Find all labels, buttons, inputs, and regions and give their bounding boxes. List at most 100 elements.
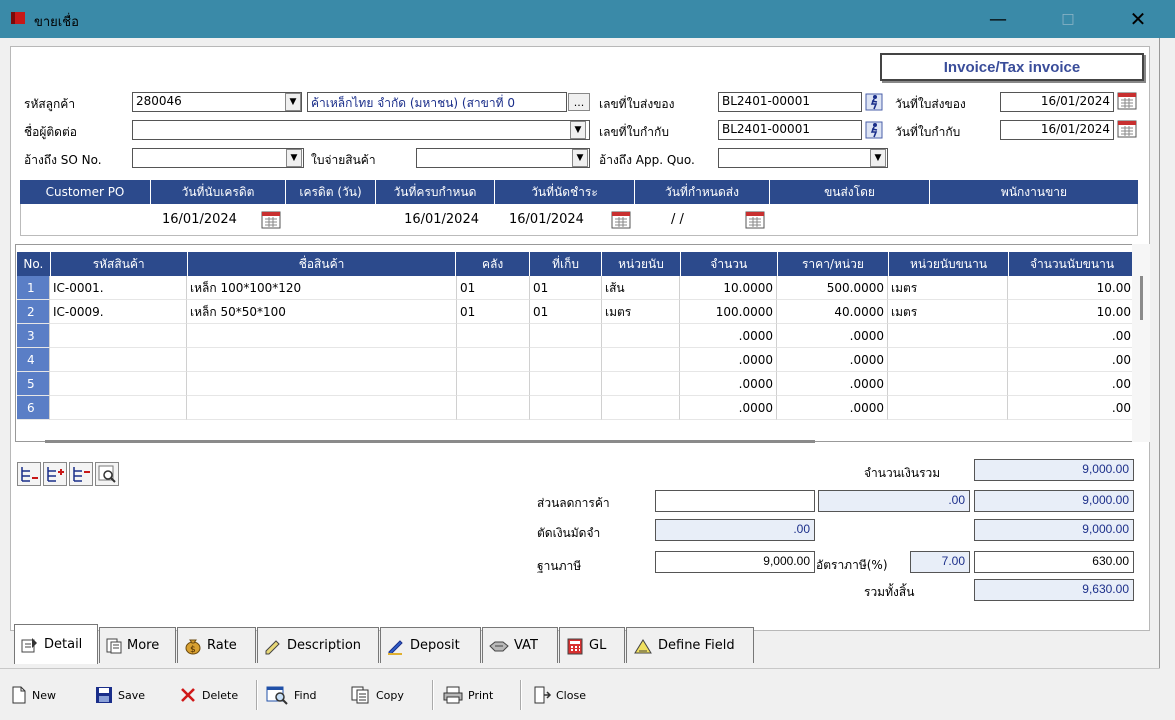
due-date[interactable]: 16/01/2024 xyxy=(378,212,493,232)
quantity[interactable]: .0000 xyxy=(680,324,777,348)
ref-so-input[interactable] xyxy=(132,148,304,168)
tab-vat[interactable]: VAT xyxy=(482,627,558,663)
runner-icon[interactable] xyxy=(864,120,884,140)
calendar-icon[interactable] xyxy=(745,211,765,229)
contact-dropdown[interactable]: ▼ xyxy=(570,121,586,139)
item-name[interactable] xyxy=(187,324,457,348)
location[interactable] xyxy=(530,324,602,348)
item-name[interactable] xyxy=(187,348,457,372)
item-code[interactable] xyxy=(50,324,187,348)
calendar-icon[interactable] xyxy=(611,211,631,229)
location[interactable] xyxy=(530,348,602,372)
unit[interactable] xyxy=(602,348,680,372)
table-row[interactable]: 1 IC-0001. เหล็ก 100*100*120 01 01 เส้น … xyxy=(17,276,1135,300)
tax-base-input[interactable]: 9,000.00 xyxy=(655,551,815,573)
vat-rate-value[interactable]: 7.00 xyxy=(910,551,970,573)
tab-rate[interactable]: $ Rate xyxy=(177,627,256,663)
item-name[interactable] xyxy=(187,396,457,420)
warehouse[interactable] xyxy=(457,324,530,348)
delete-row-icon[interactable] xyxy=(69,462,93,486)
salesperson-input[interactable] xyxy=(932,212,1136,232)
warehouse[interactable] xyxy=(457,372,530,396)
add-row-icon[interactable] xyxy=(43,462,67,486)
ref-quo-dropdown[interactable]: ▼ xyxy=(870,149,886,167)
grid-horizontal-scrollbar[interactable] xyxy=(45,440,815,443)
parallel-unit[interactable]: เมตร xyxy=(888,300,1008,324)
tab-detail[interactable]: Detail xyxy=(14,624,98,664)
parallel-unit[interactable] xyxy=(888,372,1008,396)
unit-price[interactable]: .0000 xyxy=(777,348,888,372)
item-code[interactable] xyxy=(50,396,187,420)
copy-button[interactable]: Copy xyxy=(350,680,404,710)
find-button[interactable]: Find xyxy=(266,680,317,710)
customer-browse-button[interactable]: ... xyxy=(568,93,590,111)
print-button[interactable]: Print xyxy=(442,680,493,710)
customer-code-dropdown[interactable]: ▼ xyxy=(285,93,301,111)
delete-button[interactable]: Delete xyxy=(178,680,238,710)
credit-start-date[interactable]: 16/01/2024 xyxy=(162,212,257,232)
maximize-button[interactable]: □ xyxy=(1044,0,1092,38)
insert-row-icon[interactable] xyxy=(17,462,41,486)
ref-so-dropdown[interactable]: ▼ xyxy=(286,149,302,167)
calendar-icon[interactable] xyxy=(1117,120,1137,138)
parallel-qty[interactable]: .00 xyxy=(1008,348,1135,372)
calendar-icon[interactable] xyxy=(261,211,281,229)
location[interactable]: 01 xyxy=(530,300,602,324)
unit[interactable] xyxy=(602,372,680,396)
delivery-due-date[interactable]: / / xyxy=(637,212,737,232)
customer-code-input[interactable]: 280046 xyxy=(132,92,302,112)
contact-input[interactable] xyxy=(132,120,590,140)
item-name[interactable] xyxy=(187,372,457,396)
item-code[interactable] xyxy=(50,348,187,372)
item-code[interactable]: IC-0001. xyxy=(50,276,187,300)
table-row[interactable]: 2 IC-0009. เหล็ก 50*50*100 01 01 เมตร 10… xyxy=(17,300,1135,324)
location[interactable] xyxy=(530,396,602,420)
unit-price[interactable]: 40.0000 xyxy=(777,300,888,324)
unit[interactable] xyxy=(602,324,680,348)
quantity[interactable]: .0000 xyxy=(680,348,777,372)
warehouse[interactable] xyxy=(457,348,530,372)
parallel-qty[interactable]: 10.00 xyxy=(1008,300,1135,324)
item-name[interactable]: เหล็ก 100*100*120 xyxy=(187,276,457,300)
search-icon[interactable] xyxy=(95,462,119,486)
customer-po-input[interactable] xyxy=(22,210,149,232)
calendar-icon[interactable] xyxy=(1117,92,1137,110)
parallel-unit[interactable]: เมตร xyxy=(888,276,1008,300)
item-code[interactable] xyxy=(50,372,187,396)
warehouse[interactable] xyxy=(457,396,530,420)
unit-price[interactable]: .0000 xyxy=(777,324,888,348)
discount-input[interactable] xyxy=(655,490,815,512)
issue-input[interactable] xyxy=(416,148,590,168)
unit-price[interactable]: 500.0000 xyxy=(777,276,888,300)
quantity[interactable]: 10.0000 xyxy=(680,276,777,300)
grid-vertical-scrollbar[interactable] xyxy=(1132,244,1150,442)
ref-quo-input[interactable] xyxy=(718,148,888,168)
location[interactable] xyxy=(530,372,602,396)
unit[interactable]: เมตร xyxy=(602,300,680,324)
parallel-qty[interactable]: .00 xyxy=(1008,324,1135,348)
table-row[interactable]: 3 .0000 .0000 .00 xyxy=(17,324,1135,348)
unit[interactable]: เส้น xyxy=(602,276,680,300)
tax-date-input[interactable]: 16/01/2024 xyxy=(1000,120,1114,140)
issue-dropdown[interactable]: ▼ xyxy=(572,149,588,167)
parallel-qty[interactable]: .00 xyxy=(1008,396,1135,420)
warehouse[interactable]: 01 xyxy=(457,300,530,324)
scroll-thumb[interactable] xyxy=(1140,276,1143,320)
tab-more[interactable]: More xyxy=(99,627,176,663)
parallel-unit[interactable] xyxy=(888,348,1008,372)
save-button[interactable]: Save xyxy=(94,680,145,710)
close-button[interactable]: Close xyxy=(532,680,586,710)
payment-date[interactable]: 16/01/2024 xyxy=(497,212,607,232)
item-code[interactable]: IC-0009. xyxy=(50,300,187,324)
location[interactable]: 01 xyxy=(530,276,602,300)
new-button[interactable]: New xyxy=(10,680,56,710)
unit-price[interactable]: .0000 xyxy=(777,396,888,420)
tab-define-field[interactable]: Define Field xyxy=(626,627,754,663)
runner-icon[interactable] xyxy=(864,92,884,112)
tab-description[interactable]: Description xyxy=(257,627,379,663)
unit[interactable] xyxy=(602,396,680,420)
tab-gl[interactable]: GL xyxy=(559,627,625,663)
tab-deposit[interactable]: Deposit xyxy=(380,627,481,663)
quantity[interactable]: .0000 xyxy=(680,396,777,420)
ship-by-input[interactable] xyxy=(772,212,928,232)
